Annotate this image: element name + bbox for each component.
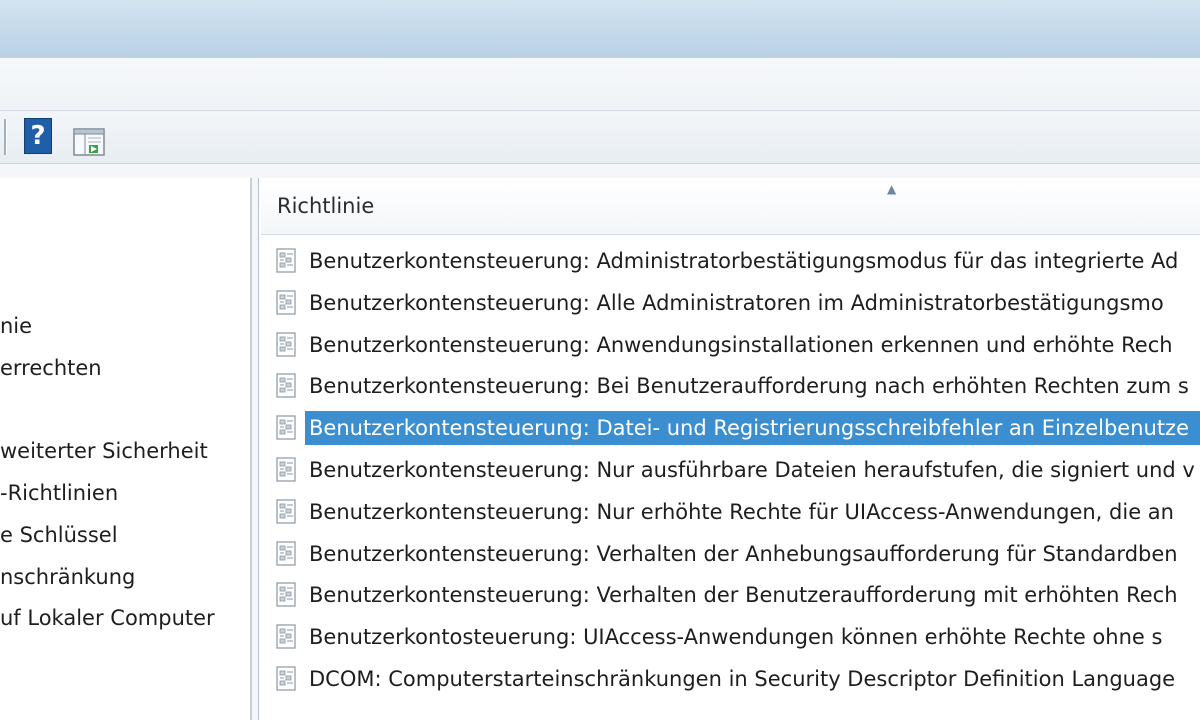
policy-row[interactable]: Benutzerkontensteuerung: Verhalten der B… <box>263 576 1200 614</box>
policy-setting-icon <box>275 332 299 358</box>
policy-row-label: Benutzerkontensteuerung: Administratorbe… <box>309 249 1179 273</box>
tree-item[interactable]: errechten <box>0 350 245 386</box>
policy-row-label: Benutzerkontensteuerung: Datei- und Regi… <box>305 411 1200 445</box>
policy-row-label: Benutzerkontensteuerung: Verhalten der A… <box>309 542 1178 566</box>
tree-item[interactable]: e Schlüssel <box>0 517 245 553</box>
toolbar <box>0 111 1200 164</box>
local-security-policy-window: ? nie errechten weiterter Sicherheit -Ri… <box>0 0 1200 720</box>
policy-row-label: Benutzerkontensteuerung: Nur erhöhte Rec… <box>309 500 1174 524</box>
policy-setting-icon <box>275 415 299 441</box>
policy-row-label: Benutzerkontosteuerung: UIAccess-Anwendu… <box>309 625 1163 649</box>
policy-row[interactable]: Benutzerkontensteuerung: Nur erhöhte Rec… <box>263 493 1200 531</box>
policy-setting-icon <box>275 290 299 316</box>
policy-row-label: Benutzerkontensteuerung: Anwendungsinsta… <box>309 333 1173 357</box>
policy-row-label: Benutzerkontensteuerung: Nur ausführbare… <box>309 458 1195 482</box>
tree-item[interactable]: nschränkung <box>0 559 245 595</box>
policy-row-label: DCOM: Computerstarteinschränkungen in Se… <box>309 667 1176 691</box>
policy-row[interactable]: Benutzerkontensteuerung: Administratorbe… <box>263 242 1200 280</box>
column-header-label: Richtlinie <box>277 194 375 218</box>
policy-setting-icon <box>275 624 299 650</box>
policy-row-label: Benutzerkontensteuerung: Verhalten der B… <box>309 583 1178 607</box>
policy-row[interactable]: Benutzerkontensteuerung: Anwendungsinsta… <box>263 326 1200 364</box>
help-button[interactable]: ? <box>24 118 52 156</box>
menu-bar <box>0 58 1200 111</box>
policy-setting-icon <box>275 666 299 692</box>
policy-row[interactable]: Benutzerkontensteuerung: Bei Benutzerauf… <box>263 367 1200 405</box>
toolbar-separator <box>4 119 7 155</box>
policy-setting-icon <box>275 457 299 483</box>
help-icon: ? <box>24 118 52 154</box>
tree-item[interactable]: uf Lokaler Computer <box>0 600 245 636</box>
policy-row[interactable]: DCOM: Computerstarteinschränkungen in Se… <box>263 660 1200 698</box>
policy-row[interactable]: Benutzerkontosteuerung: UIAccess-Anwendu… <box>263 618 1200 656</box>
console-tree-pane[interactable]: nie errechten weiterter Sicherheit -Rich… <box>0 178 252 720</box>
sort-ascending-icon: ▲ <box>887 182 897 196</box>
policy-row-label: Benutzerkontensteuerung: Alle Administra… <box>309 291 1164 315</box>
policy-setting-icon <box>275 373 299 399</box>
show-hide-action-pane-button[interactable] <box>72 126 106 158</box>
tree-item[interactable]: weiterter Sicherheit <box>0 433 245 469</box>
policy-row[interactable]: Benutzerkontensteuerung: Verhalten der A… <box>263 535 1200 573</box>
policy-setting-icon <box>275 541 299 567</box>
policy-row-label: Benutzerkontensteuerung: Bei Benutzerauf… <box>309 374 1189 398</box>
policy-row[interactable]: Benutzerkontensteuerung: Nur ausführbare… <box>263 451 1200 489</box>
policy-setting-icon <box>275 248 299 274</box>
policy-setting-icon <box>275 582 299 608</box>
policy-list-pane[interactable]: ▲ Richtlinie Benutzerkontensteuerung: Ad… <box>258 178 1200 720</box>
tree-item[interactable]: nie <box>0 308 245 344</box>
policy-row[interactable]: Benutzerkontensteuerung: Alle Administra… <box>263 284 1200 322</box>
policy-setting-icon <box>275 499 299 525</box>
column-header-richtlinie[interactable]: ▲ Richtlinie <box>261 180 1200 235</box>
tree-item[interactable]: -Richtlinien <box>0 475 245 511</box>
title-bar <box>0 0 1200 58</box>
show-hide-action-pane-icon <box>73 128 105 156</box>
policy-row[interactable]: Benutzerkontensteuerung: Datei- und Regi… <box>263 409 1200 447</box>
